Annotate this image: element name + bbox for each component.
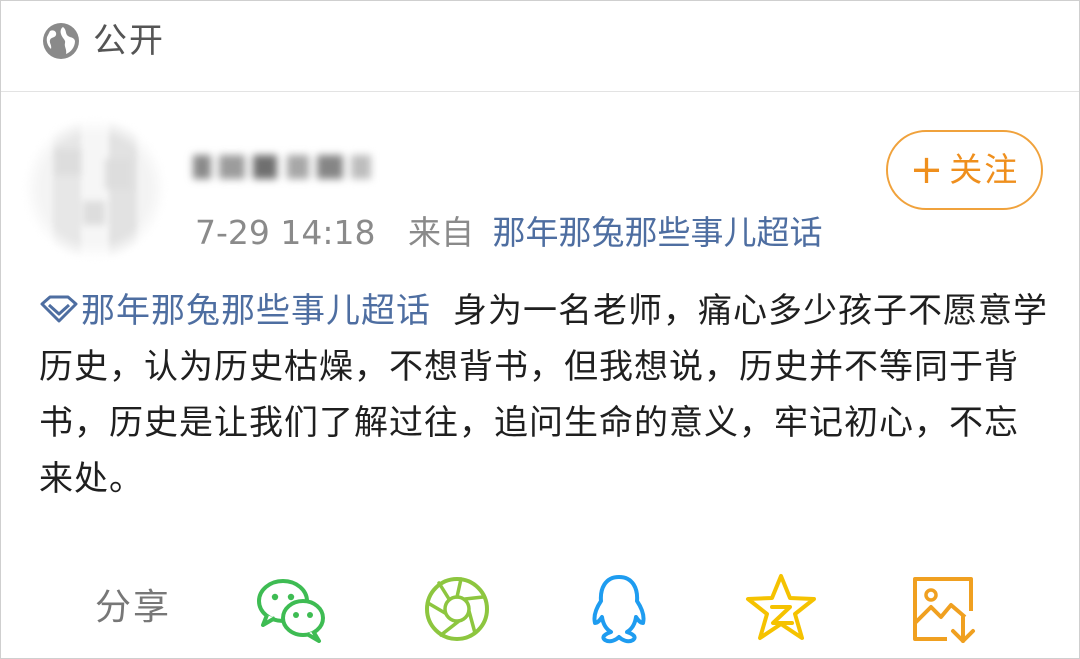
post-time: 7-29 14:18	[195, 213, 376, 252]
follow-label: 关注	[949, 150, 1020, 189]
follow-button[interactable]: + 关注	[886, 130, 1043, 210]
plus-icon: +	[909, 147, 946, 193]
wechat-icon[interactable]	[253, 571, 329, 647]
save-image-icon[interactable]	[907, 571, 983, 647]
globe-icon	[43, 23, 79, 59]
topic-link[interactable]: 那年那兔那些事儿超话	[81, 291, 431, 331]
qq-icon[interactable]	[581, 571, 657, 647]
moments-icon[interactable]	[419, 571, 495, 647]
weibo-post-card: 公开 7-29 14:18 来自 那年那兔那些事儿超话 + 关注 那年那兔那些事儿…	[0, 0, 1080, 659]
visibility-bar[interactable]: 公开	[1, 1, 1079, 92]
username-blurred[interactable]	[191, 149, 381, 183]
diamond-icon	[40, 295, 78, 323]
share-label: 分享	[95, 587, 172, 628]
post-text: 那年那兔那些事儿超话 身为一名老师，痛心多少孩子不愿意学历史，认为历史枯燥，不想背…	[39, 283, 1049, 507]
avatar[interactable]	[25, 119, 165, 259]
source-link[interactable]: 那年那兔那些事儿超话	[493, 213, 823, 252]
qzone-icon[interactable]	[743, 571, 819, 647]
post-meta: 7-29 14:18 来自 那年那兔那些事儿超话	[195, 211, 823, 255]
from-label: 来自	[408, 213, 474, 252]
visibility-label: 公开	[93, 21, 165, 61]
